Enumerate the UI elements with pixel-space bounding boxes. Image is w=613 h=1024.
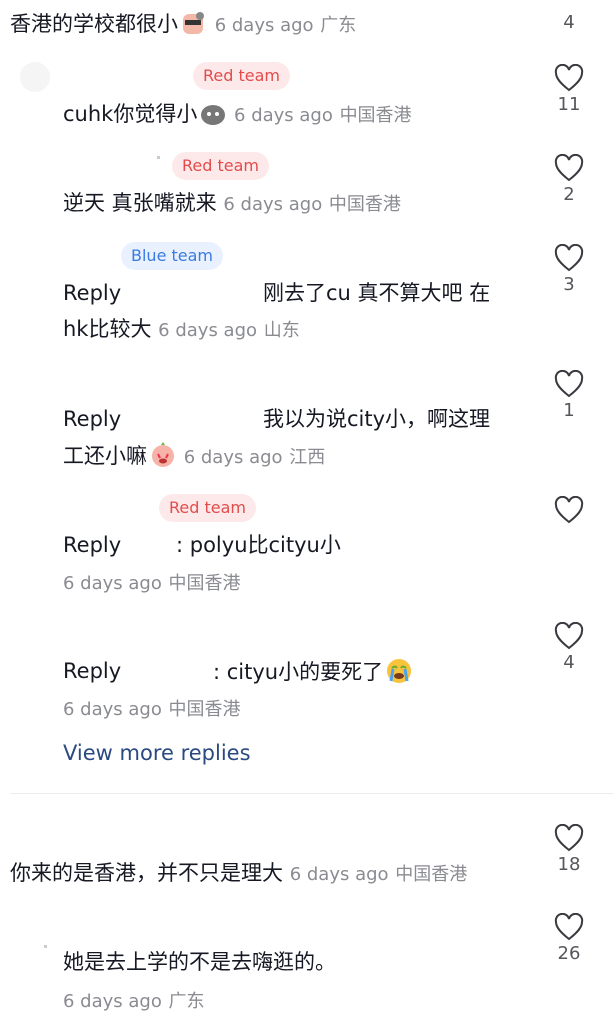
avatar[interactable] [157, 156, 160, 159]
like-button[interactable]: 4 [547, 10, 591, 34]
heart-outline-icon [554, 496, 584, 524]
reply-text: cuhk你觉得小 6 days ago 中国香港 [63, 99, 412, 130]
reply-text: 我以为说city小，啊这理 [263, 407, 491, 431]
heart-outline-icon [554, 622, 584, 650]
like-button[interactable]: 26 [547, 913, 591, 965]
reply-prefix[interactable]: Reply [63, 279, 121, 307]
view-more-replies-link[interactable]: View more replies [63, 739, 251, 767]
reply-meta: 6 days ago 中国香港 [63, 573, 241, 594]
reply-prefix[interactable]: Reply [63, 531, 121, 559]
reply-text: : cityu小的要死了 [213, 657, 413, 686]
avatar[interactable] [44, 945, 47, 948]
crying-peach-emoji-icon [149, 441, 177, 469]
reply-text: : polyu比cityu小 [176, 533, 341, 557]
reply-prefix[interactable]: Reply [63, 657, 121, 685]
heart-outline-icon [554, 824, 584, 852]
like-button[interactable]: 2 [547, 154, 591, 206]
reply-meta: 6 days ago 中国香港 [63, 699, 241, 720]
heart-outline-icon [554, 64, 584, 92]
like-button[interactable]: 4 [547, 622, 591, 674]
comment-text: 你来的是香港，并不只是理大 6 days ago 中国香港 [10, 861, 468, 885]
reply-text-continued: 工还小嘛 6 days ago 江西 [63, 441, 325, 472]
reply-text: 刚去了cu 真不算大吧 在 [263, 281, 491, 305]
like-button[interactable] [547, 496, 591, 526]
reply-text: 逆天 真张嘴就来 6 days ago 中国香港 [63, 191, 401, 215]
heart-outline-icon [554, 244, 584, 272]
reply-text-continued: hk比较大 6 days ago 山东 [63, 317, 300, 341]
heart-outline-icon [554, 154, 584, 182]
team-badge: Red team [159, 494, 256, 522]
team-badge: Red team [172, 152, 269, 180]
divider [10, 793, 613, 794]
team-badge: Red team [193, 62, 290, 90]
avatar[interactable] [20, 62, 50, 92]
comment-text: 香港的学校都很小 6 days ago 广东 [10, 9, 356, 40]
team-badge: Blue team [121, 242, 223, 270]
heart-outline-icon [554, 913, 584, 941]
grey-blob-emoji-icon [199, 99, 227, 127]
like-button[interactable]: 18 [547, 824, 591, 876]
like-button[interactable]: 1 [547, 370, 591, 422]
like-button[interactable]: 3 [547, 244, 591, 296]
heart-outline-icon [554, 370, 584, 398]
reply-prefix[interactable]: Reply [63, 405, 121, 433]
loudly-crying-face-emoji-icon [385, 657, 413, 685]
sunglasses-pig-emoji-icon [180, 9, 208, 37]
like-button[interactable]: 11 [547, 64, 591, 116]
comment-text: 她是去上学的不是去嗨逛的。 [63, 950, 336, 974]
comment-meta: 6 days ago 广东 [63, 991, 205, 1012]
